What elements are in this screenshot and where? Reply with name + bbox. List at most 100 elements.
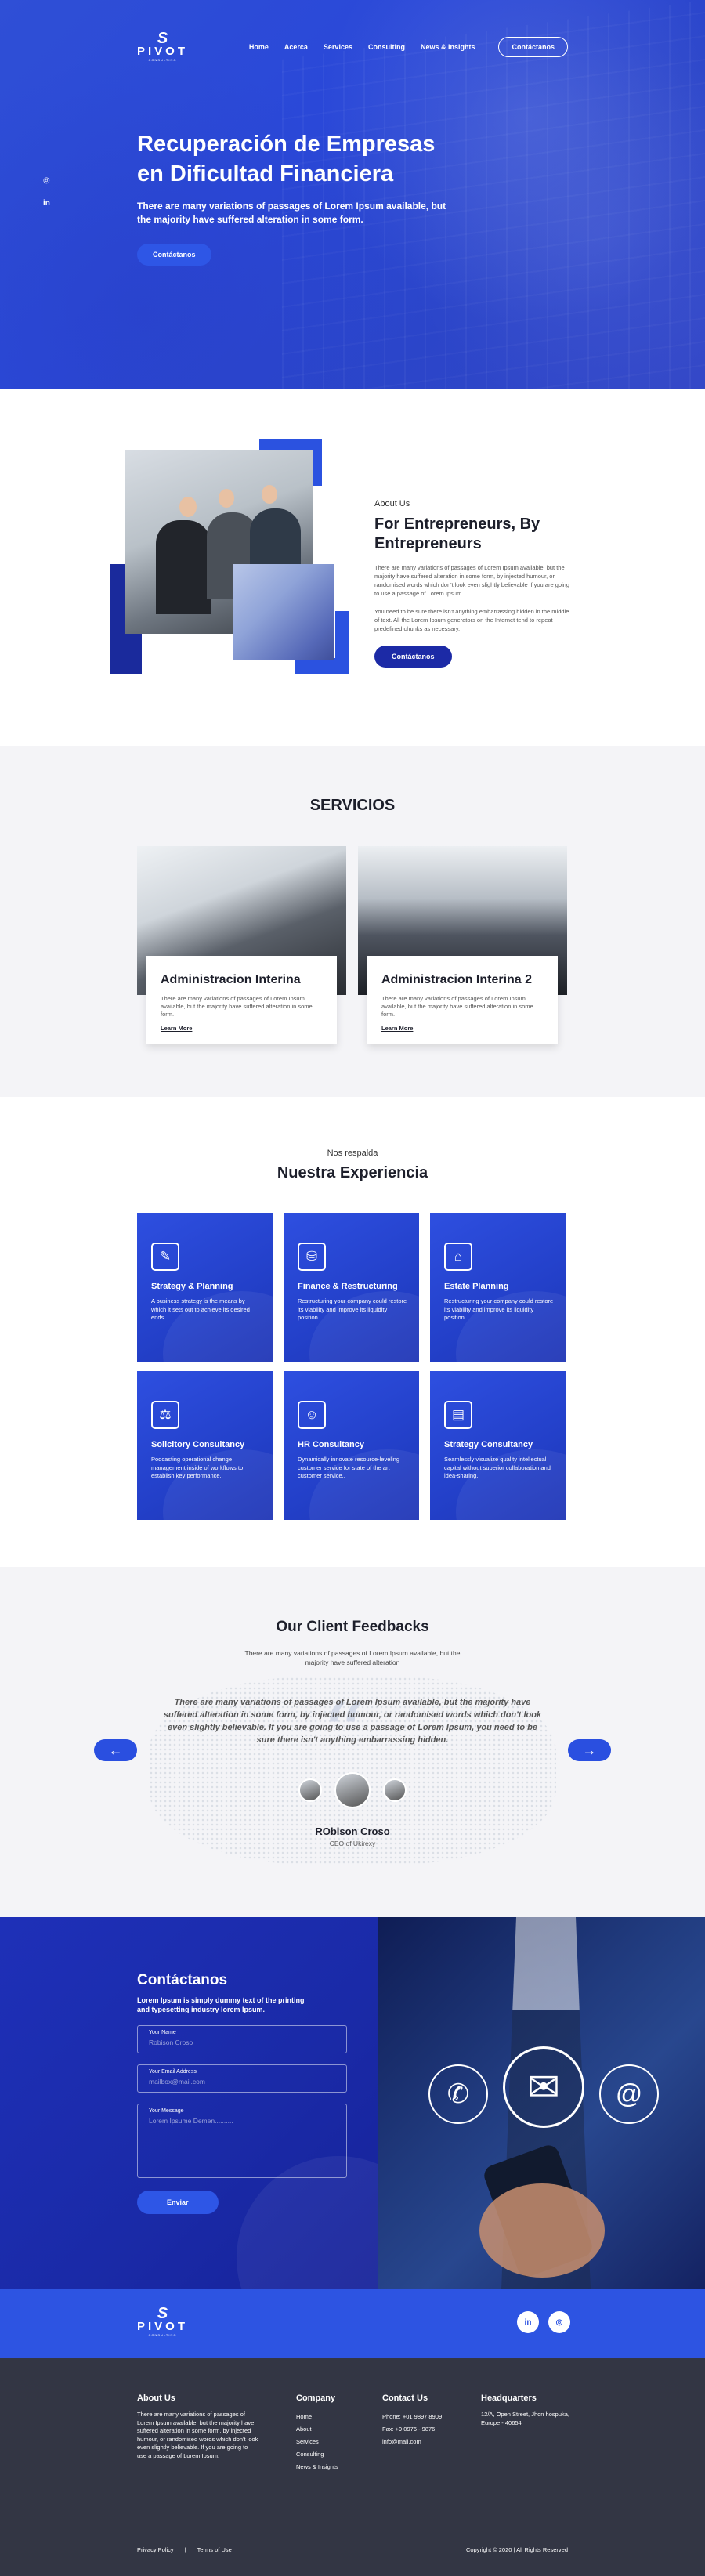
footer-link[interactable]: Home [296,2411,338,2423]
footer-about-text: There are many variations of passages of… [137,2411,258,2459]
services-section: SERVICIOS Administracion Interina There … [0,746,705,1097]
instagram-icon[interactable]: ◎ [43,176,50,185]
strategy-icon: ✎ [151,1243,179,1271]
about-contact-button[interactable]: Contáctanos [374,646,452,668]
mail-icon: ✉ [503,2046,584,2128]
experience-section: Nos respalda Nuestra Experiencia ✎ Strat… [0,1097,705,1567]
nav-consulting[interactable]: Consulting [368,43,405,51]
footer-about: About Us There are many variations of pa… [137,2393,258,2460]
experience-card-text: Restructuring your company could restore… [298,1297,407,1321]
about-paragraph-1: There are many variations of passages of… [374,564,570,597]
decor-block [335,611,349,674]
hero-title: Recuperación de Empresas en Dificultad F… [137,132,436,186]
learn-more-link[interactable]: Learn More [381,1025,544,1032]
contact-section: Contáctanos Lorem Ipsum is simply dummy … [0,1917,705,2289]
about-title: For Entrepreneurs, By Entrepreneurs [374,516,540,552]
nav-contact-button[interactable]: Contáctanos [498,36,568,57]
linkedin-icon[interactable]: in [43,199,50,208]
experience-card[interactable]: ▤ Strategy Consultancy Seamlessly visual… [430,1371,566,1520]
learn-more-link[interactable]: Learn More [161,1025,323,1032]
at-icon: @ [599,2064,659,2124]
footer-link[interactable]: About [296,2423,338,2436]
footer-bottom: Privacy Policy | Terms of Use Copyright … [137,2546,568,2553]
contact-title: Contáctanos [137,1972,228,1988]
services-title: SERVICIOS [309,797,396,814]
experience-card[interactable]: ⛁ Finance & Restructuring Restructuring … [284,1213,419,1362]
footer-email[interactable]: info@mail.com [382,2436,442,2448]
client-avatars [0,1772,705,1808]
service-title: Administracion Interina [161,973,301,986]
hands-photo [233,564,334,660]
experience-card[interactable]: ⚖ Solicitory Consultancy Podcasting oper… [137,1371,273,1520]
nav-services[interactable]: Services [324,43,352,51]
hero-contact-button[interactable]: Contáctanos [137,244,212,266]
field-label: Your Name [149,2030,176,2035]
experience-card[interactable]: ⌂ Estate Planning Restructuring your com… [430,1213,566,1362]
experience-card[interactable]: ☺ HR Consultancy Dynamically innovate re… [284,1371,419,1520]
footer: About Us There are many variations of pa… [0,2358,705,2576]
terms-link[interactable]: Terms of Use [197,2546,232,2553]
instagram-icon[interactable]: ◎ [548,2311,570,2333]
footer-link[interactable]: News & Insights [296,2461,338,2473]
footer-heading: Headquarters [481,2393,537,2403]
hero-subtitle: There are many variations of passages of… [137,201,446,225]
copyright: Copyright © 2020 | All Rights Reserved [465,2546,568,2553]
service-card[interactable]: Administracion Interina 2 There are many… [358,846,567,1044]
about-paragraph-2: You need to be sure there isn't anything… [374,608,569,632]
hero-section: S PIVOT CONSULTING Home Acerca Services … [0,0,705,389]
experience-card-text: Dynamically innovate resource-leveling c… [298,1456,400,1479]
footer-heading: Company [296,2393,336,2403]
footer-link[interactable]: Consulting [296,2448,338,2461]
footer-phone: Phone: +01 9897 8909 [382,2413,443,2420]
footer-link[interactable]: Services [296,2436,338,2448]
experience-card-text: Seamlessly visualize quality intellectua… [444,1456,551,1479]
message-field[interactable]: Your Message Lorem Ipsume Demen.........… [137,2104,347,2178]
logo-sub: CONSULTING [148,2333,177,2337]
service-card-body: Administracion Interina There are many v… [146,956,337,1044]
linkedin-icon[interactable]: in [517,2311,539,2333]
hand [479,2183,605,2278]
contact-lead: Lorem Ipsum is simply dummy text of the … [137,1996,305,2013]
footer-logo[interactable]: S PIVOT CONSULTING [137,2306,188,2337]
experience-card-title: Strategy & Planning [151,1282,233,1291]
avatar[interactable] [298,1778,322,1802]
email-field[interactable]: Your Email Address mailbox@mail.com [137,2064,347,2093]
avatar[interactable] [334,1772,371,1808]
field-label: Your Message [149,2108,184,2114]
footer-social: in ◎ [517,2311,570,2333]
presentation-icon: ▤ [444,1401,472,1429]
experience-card-title: Finance & Restructuring [298,1282,398,1291]
client-name: ROblson Croso [315,1825,390,1837]
logo-sub: CONSULTING [148,58,177,62]
service-card[interactable]: Administracion Interina There are many v… [137,846,346,1044]
testimonial-quote: There are many variations of passages of… [163,1698,542,1745]
logo-name: PIVOT [137,2320,189,2333]
logo-mark: S [157,2305,168,2322]
about-kicker: About Us [374,499,410,508]
footer-heading: Contact Us [382,2393,428,2403]
nav-home[interactable]: Home [249,43,269,51]
about-images [110,439,349,693]
privacy-policy-link[interactable]: Privacy Policy [137,2546,174,2553]
hero-content: Recuperación de Empresas en Dificultad F… [137,129,450,266]
next-arrow-icon[interactable]: → [568,1739,611,1761]
experience-kicker: Nos respalda [327,1149,378,1158]
logo[interactable]: S PIVOT CONSULTING [137,31,188,62]
nav-acerca[interactable]: Acerca [284,43,308,51]
experience-card-text: A business strategy is the means by whic… [151,1297,250,1321]
submit-button[interactable]: Enviar [137,2191,219,2214]
prev-arrow-icon[interactable]: ← [94,1739,137,1761]
estate-icon: ⌂ [444,1243,472,1271]
footer-top: S PIVOT CONSULTING in ◎ [0,2289,705,2358]
avatar[interactable] [383,1778,407,1802]
experience-card[interactable]: ✎ Strategy & Planning A business strateg… [137,1213,273,1362]
footer-heading: About Us [137,2393,175,2403]
name-field[interactable]: Your Name Robison Croso [137,2025,347,2053]
nav-news[interactable]: News & Insights [421,43,475,51]
testimonials-section: Our Client Feedbacks There are many vari… [0,1567,705,1917]
top-nav: S PIVOT CONSULTING Home Acerca Services … [137,31,568,62]
hero-social: ◎ in [43,176,50,208]
service-text: There are many variations of passages of… [381,995,533,1018]
field-placeholder: mailbox@mail.com [149,2078,205,2086]
footer-company: Company Home About Services Consulting N… [296,2393,338,2473]
